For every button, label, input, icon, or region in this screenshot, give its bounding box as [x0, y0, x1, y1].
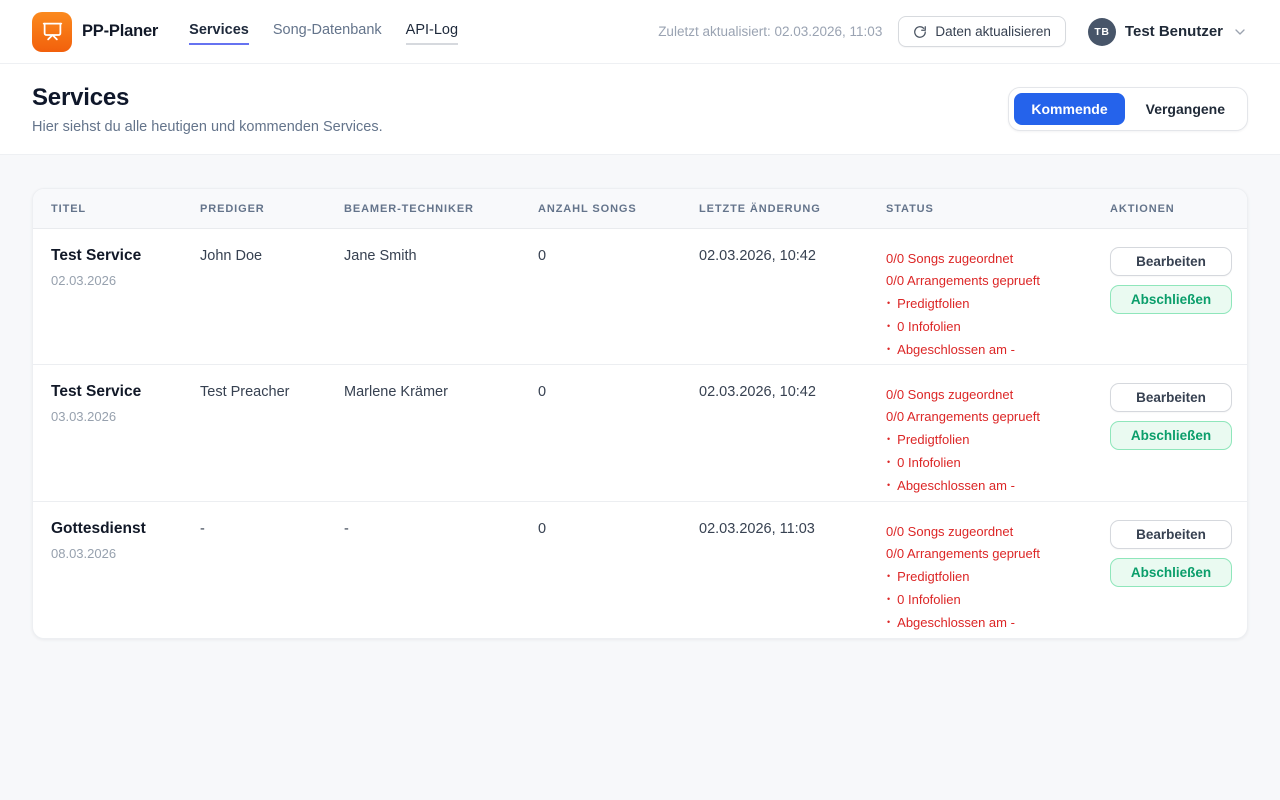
status-bullet-item: Abgeschlossen am - [886, 338, 1110, 361]
status-bullet-item: Predigtfolien [886, 428, 1110, 451]
page-subtitle: Hier siehst du alle heutigen und kommend… [32, 119, 383, 135]
chevron-down-icon [1232, 24, 1248, 40]
status-bullet-item: Predigtfolien [886, 292, 1110, 315]
status-bullet-item: Predigtfolien [886, 565, 1110, 588]
status-bullet-item: 0 Infofolien [886, 588, 1110, 611]
status-summary-line: 0/0 Songs zugeordnet [886, 384, 1110, 406]
nav-item-services[interactable]: Services [189, 22, 249, 45]
nav-item-api-log[interactable]: API-Log [406, 22, 458, 45]
last-updated-text: Zuletzt aktualisiert: 02.03.2026, 11:03 [658, 24, 882, 39]
status-summary-line: 0/0 Songs zugeordnet [886, 521, 1110, 543]
main-content: TITEL PREDIGER BEAMER-TECHNIKER ANZAHL S… [0, 155, 1280, 672]
complete-button[interactable]: Abschließen [1110, 421, 1232, 450]
beamer-techniker-cell: - [344, 520, 538, 537]
status-cell: 0/0 Songs zugeordnet0/0 Arrangements gep… [886, 383, 1110, 497]
table-row: Test Service 02.03.2026 John Doe Jane Sm… [33, 229, 1247, 365]
column-header-beamer-techniker: BEAMER-TECHNIKER [344, 203, 538, 215]
title-cell: Test Service 02.03.2026 [51, 247, 200, 288]
edit-button[interactable]: Bearbeiten [1110, 520, 1232, 549]
status-bullet-item: Abgeschlossen am - [886, 611, 1110, 634]
avatar: TB [1088, 18, 1116, 46]
complete-button[interactable]: Abschließen [1110, 558, 1232, 587]
status-summary-line: 0/0 Arrangements geprueft [886, 270, 1110, 292]
refresh-icon [913, 25, 927, 39]
app-logo [32, 12, 72, 52]
service-title: Gottesdienst [51, 520, 200, 538]
column-header-aktionen: AKTIONEN [1110, 203, 1229, 215]
status-cell: 0/0 Songs zugeordnet0/0 Arrangements gep… [886, 247, 1110, 361]
table-row: Gottesdienst 08.03.2026 - - 0 02.03.2026… [33, 502, 1247, 638]
table-header-row: TITEL PREDIGER BEAMER-TECHNIKER ANZAHL S… [33, 189, 1247, 229]
complete-button[interactable]: Abschließen [1110, 285, 1232, 314]
filter-vergangene-button[interactable]: Vergangene [1129, 93, 1242, 125]
anzahl-songs-cell: 0 [538, 383, 699, 400]
letzte-aenderung-cell: 02.03.2026, 10:42 [699, 383, 886, 400]
refresh-data-button[interactable]: Daten aktualisieren [898, 16, 1066, 47]
user-name: Test Benutzer [1125, 23, 1223, 40]
status-bullet-item: 0 Infofolien [886, 451, 1110, 474]
service-title: Test Service [51, 247, 200, 265]
column-header-anzahl-songs: ANZAHL SONGS [538, 203, 699, 215]
table-body: Test Service 02.03.2026 John Doe Jane Sm… [33, 229, 1247, 638]
main-nav: Services Song-Datenbank API-Log [189, 22, 458, 45]
anzahl-songs-cell: 0 [538, 520, 699, 537]
column-header-titel: TITEL [51, 203, 200, 215]
beamer-techniker-cell: Marlene Krämer [344, 383, 538, 400]
prediger-cell: John Doe [200, 247, 344, 264]
status-summary-line: 0/0 Arrangements geprueft [886, 543, 1110, 565]
status-summary-line: 0/0 Songs zugeordnet [886, 248, 1110, 270]
prediger-cell: - [200, 520, 344, 537]
actions-cell: Bearbeiten Abschließen [1110, 383, 1232, 450]
service-date: 08.03.2026 [51, 546, 200, 561]
brand: PP-Planer [32, 12, 158, 52]
service-date: 02.03.2026 [51, 273, 200, 288]
actions-cell: Bearbeiten Abschließen [1110, 247, 1232, 314]
status-bullet-item: Abgeschlossen am - [886, 474, 1110, 497]
letzte-aenderung-cell: 02.03.2026, 11:03 [699, 520, 886, 537]
presentation-icon [42, 21, 63, 42]
filter-kommende-button[interactable]: Kommende [1014, 93, 1124, 125]
column-header-prediger: PREDIGER [200, 203, 344, 215]
title-cell: Test Service 03.03.2026 [51, 383, 200, 424]
edit-button[interactable]: Bearbeiten [1110, 383, 1232, 412]
column-header-status: STATUS [886, 203, 1110, 215]
table-row: Test Service 03.03.2026 Test Preacher Ma… [33, 365, 1247, 501]
service-title: Test Service [51, 383, 200, 401]
refresh-button-label: Daten aktualisieren [935, 24, 1051, 39]
service-date: 03.03.2026 [51, 409, 200, 424]
filter-toggle-group: Kommende Vergangene [1008, 87, 1248, 131]
services-table: TITEL PREDIGER BEAMER-TECHNIKER ANZAHL S… [32, 188, 1248, 639]
page-header: Services Hier siehst du alle heutigen un… [0, 64, 1280, 155]
status-summary-line: 0/0 Arrangements geprueft [886, 406, 1110, 428]
anzahl-songs-cell: 0 [538, 247, 699, 264]
status-cell: 0/0 Songs zugeordnet0/0 Arrangements gep… [886, 520, 1110, 634]
actions-cell: Bearbeiten Abschließen [1110, 520, 1232, 587]
page-title: Services [32, 84, 383, 112]
letzte-aenderung-cell: 02.03.2026, 10:42 [699, 247, 886, 264]
status-bullet-item: 0 Infofolien [886, 315, 1110, 338]
brand-name: PP-Planer [82, 22, 158, 41]
top-bar: PP-Planer Services Song-Datenbank API-Lo… [0, 0, 1280, 64]
prediger-cell: Test Preacher [200, 383, 344, 400]
beamer-techniker-cell: Jane Smith [344, 247, 538, 264]
column-header-letzte-aenderung: LETZTE ÄNDERUNG [699, 203, 886, 215]
user-menu[interactable]: TB Test Benutzer [1088, 18, 1248, 46]
nav-item-song-datenbank[interactable]: Song-Datenbank [273, 22, 382, 45]
title-cell: Gottesdienst 08.03.2026 [51, 520, 200, 561]
edit-button[interactable]: Bearbeiten [1110, 247, 1232, 276]
